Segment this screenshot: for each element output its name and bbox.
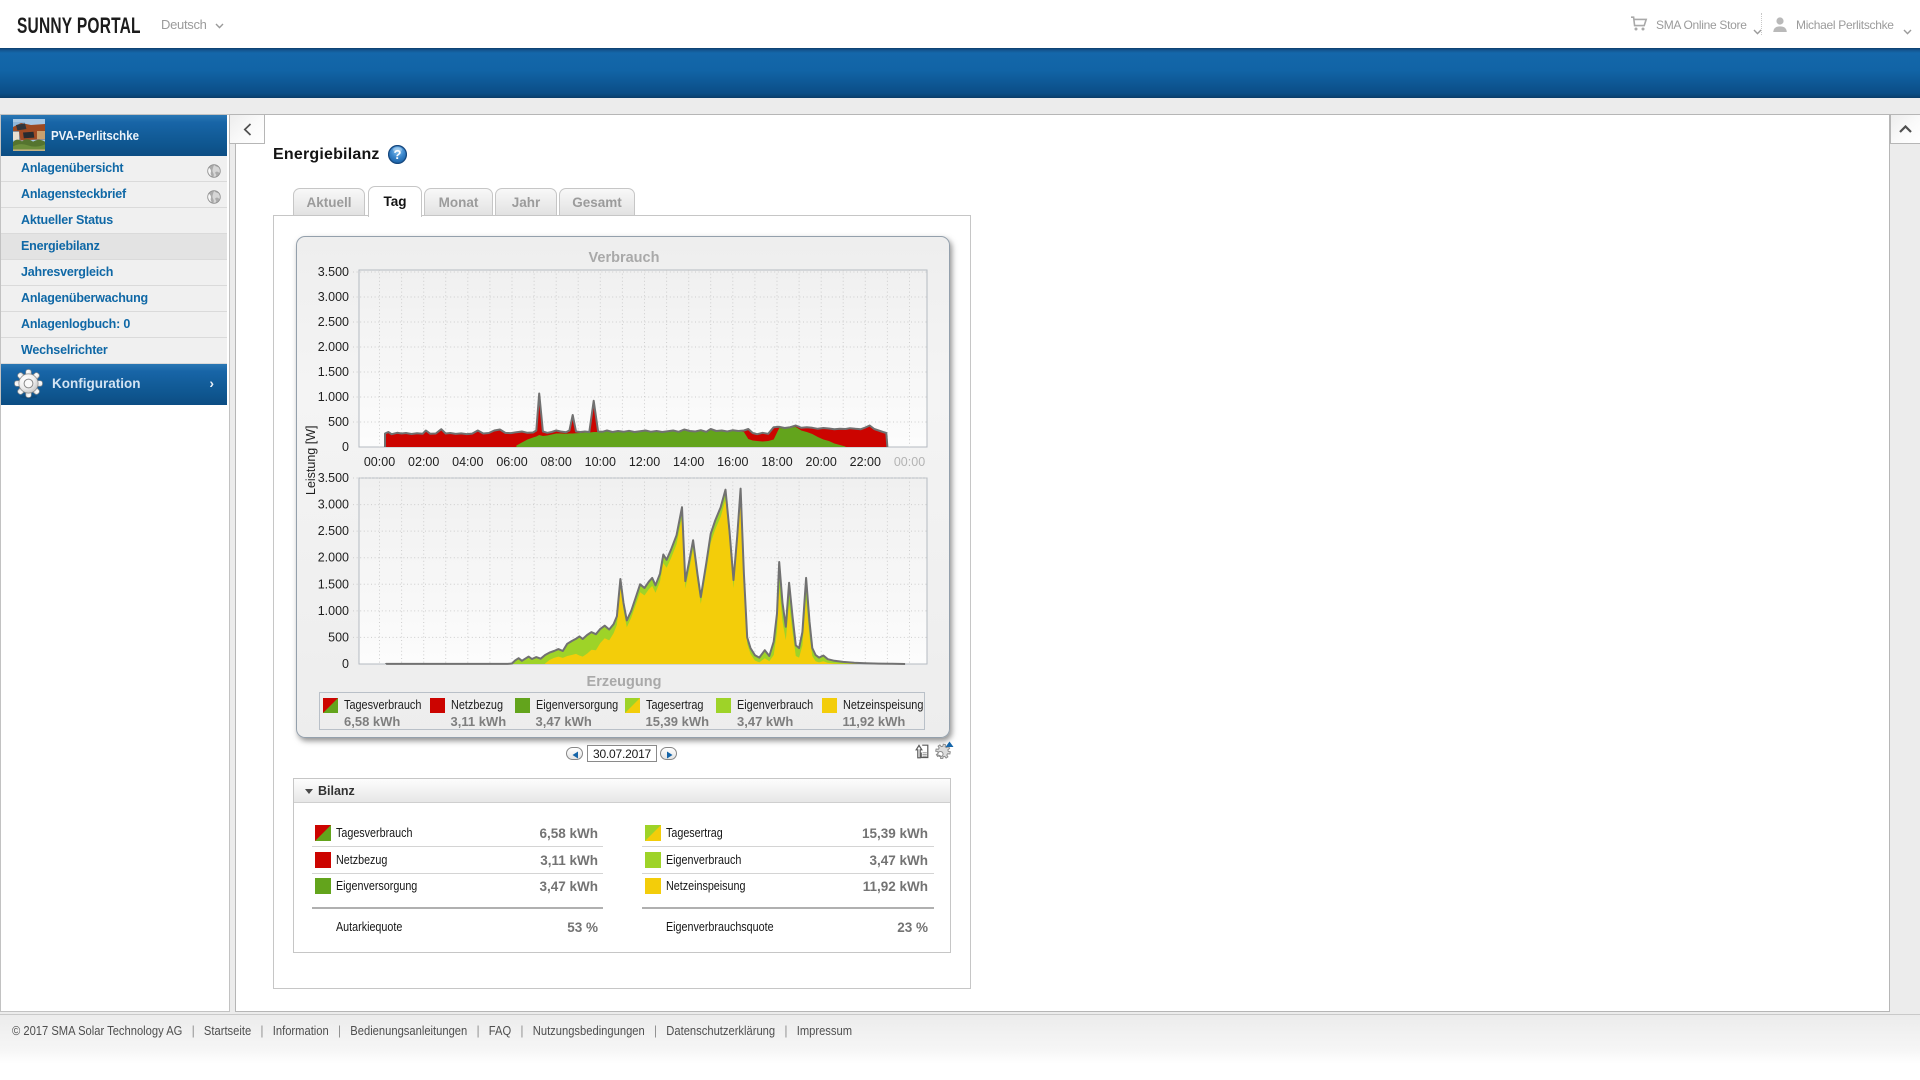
svg-text:02:00: 02:00 xyxy=(408,455,439,469)
svg-text:0: 0 xyxy=(342,657,349,671)
svg-text:3.500: 3.500 xyxy=(318,471,349,485)
svg-text:1.500: 1.500 xyxy=(318,577,349,591)
svg-text:1.000: 1.000 xyxy=(318,390,349,404)
svg-text:2.500: 2.500 xyxy=(318,524,349,538)
svg-text:Verbrauch: Verbrauch xyxy=(589,250,660,266)
svg-text:20:00: 20:00 xyxy=(806,455,837,469)
svg-text:16:00: 16:00 xyxy=(717,455,748,469)
svg-text:500: 500 xyxy=(328,630,349,644)
svg-text:1.000: 1.000 xyxy=(318,604,349,618)
svg-text:500: 500 xyxy=(328,415,349,429)
svg-text:08:00: 08:00 xyxy=(541,455,572,469)
svg-text:18:00: 18:00 xyxy=(761,455,792,469)
svg-text:00:00: 00:00 xyxy=(364,455,395,469)
svg-text:2.000: 2.000 xyxy=(318,340,349,354)
svg-text:0: 0 xyxy=(342,440,349,454)
svg-text:1.500: 1.500 xyxy=(318,365,349,379)
svg-text:12:00: 12:00 xyxy=(629,455,660,469)
svg-text:10:00: 10:00 xyxy=(585,455,616,469)
svg-text:04:00: 04:00 xyxy=(452,455,483,469)
svg-text:Erzeugung: Erzeugung xyxy=(587,674,662,690)
svg-text:3.500: 3.500 xyxy=(318,265,349,279)
svg-text:14:00: 14:00 xyxy=(673,455,704,469)
svg-text:22:00: 22:00 xyxy=(850,455,881,469)
svg-text:3.000: 3.000 xyxy=(318,498,349,512)
svg-text:3.000: 3.000 xyxy=(318,290,349,304)
svg-text:?: ? xyxy=(394,147,402,162)
svg-text:2.500: 2.500 xyxy=(318,315,349,329)
svg-text:2.000: 2.000 xyxy=(318,551,349,565)
svg-text:06:00: 06:00 xyxy=(496,455,527,469)
svg-text:00:00: 00:00 xyxy=(894,455,925,469)
svg-text:Leistung [W]: Leistung [W] xyxy=(304,426,318,495)
